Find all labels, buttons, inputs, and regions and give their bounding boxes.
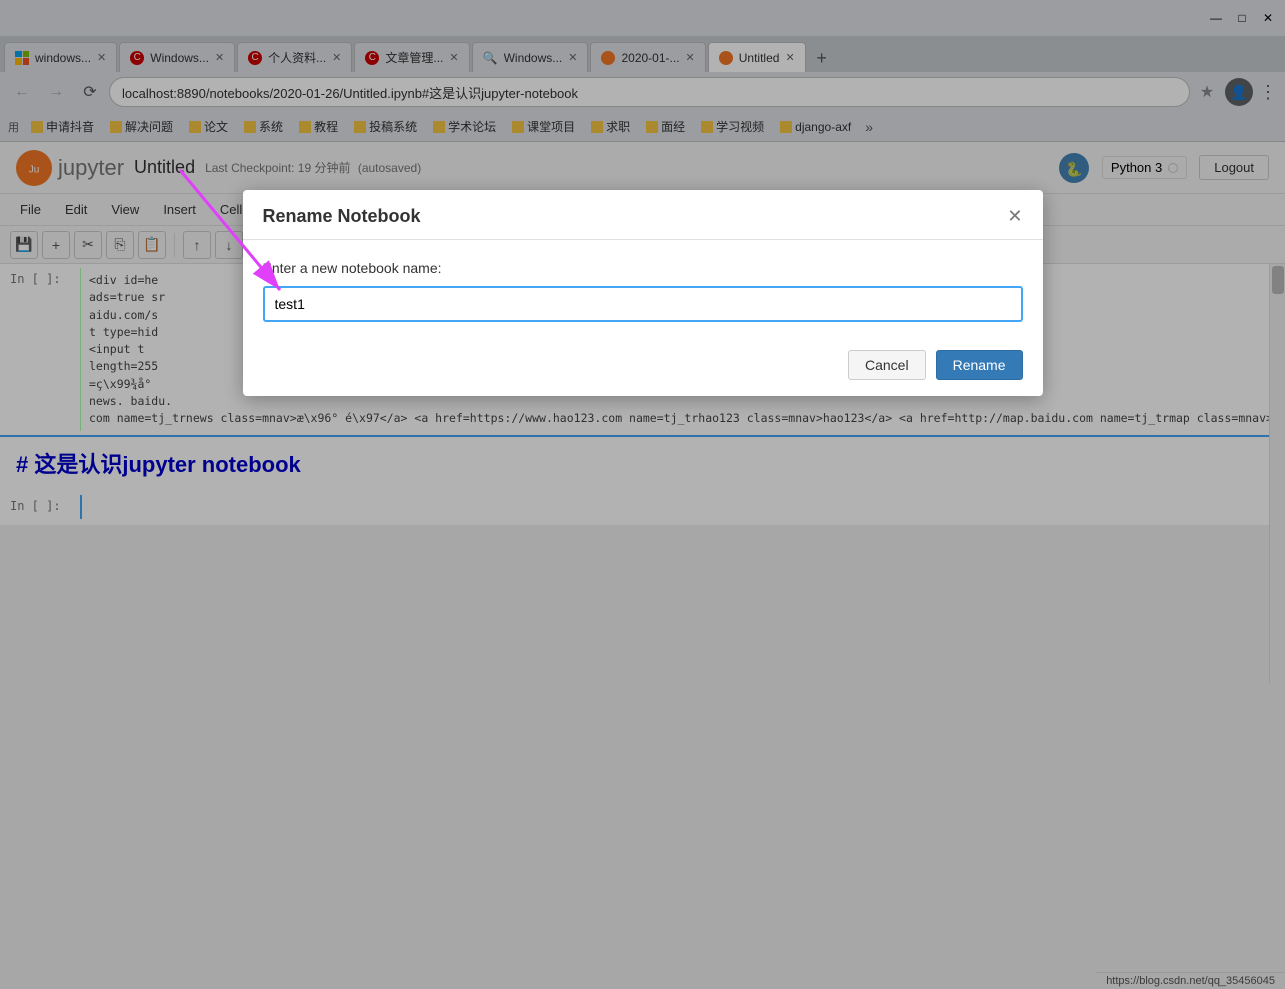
rename-dialog: Rename Notebook ✕ Enter a new notebook n…	[243, 190, 1043, 396]
modal-input-label: Enter a new notebook name:	[263, 260, 1023, 276]
modal-overlay: Rename Notebook ✕ Enter a new notebook n…	[0, 0, 1285, 989]
modal-body: Enter a new notebook name:	[243, 240, 1043, 338]
modal-close-button[interactable]: ✕	[1007, 206, 1022, 227]
modal-footer: Cancel Rename	[243, 338, 1043, 396]
modal-title: Rename Notebook	[263, 206, 421, 227]
notebook-name-input[interactable]	[263, 286, 1023, 322]
rename-button[interactable]: Rename	[936, 350, 1023, 380]
cancel-button[interactable]: Cancel	[848, 350, 926, 380]
modal-header: Rename Notebook ✕	[243, 190, 1043, 240]
